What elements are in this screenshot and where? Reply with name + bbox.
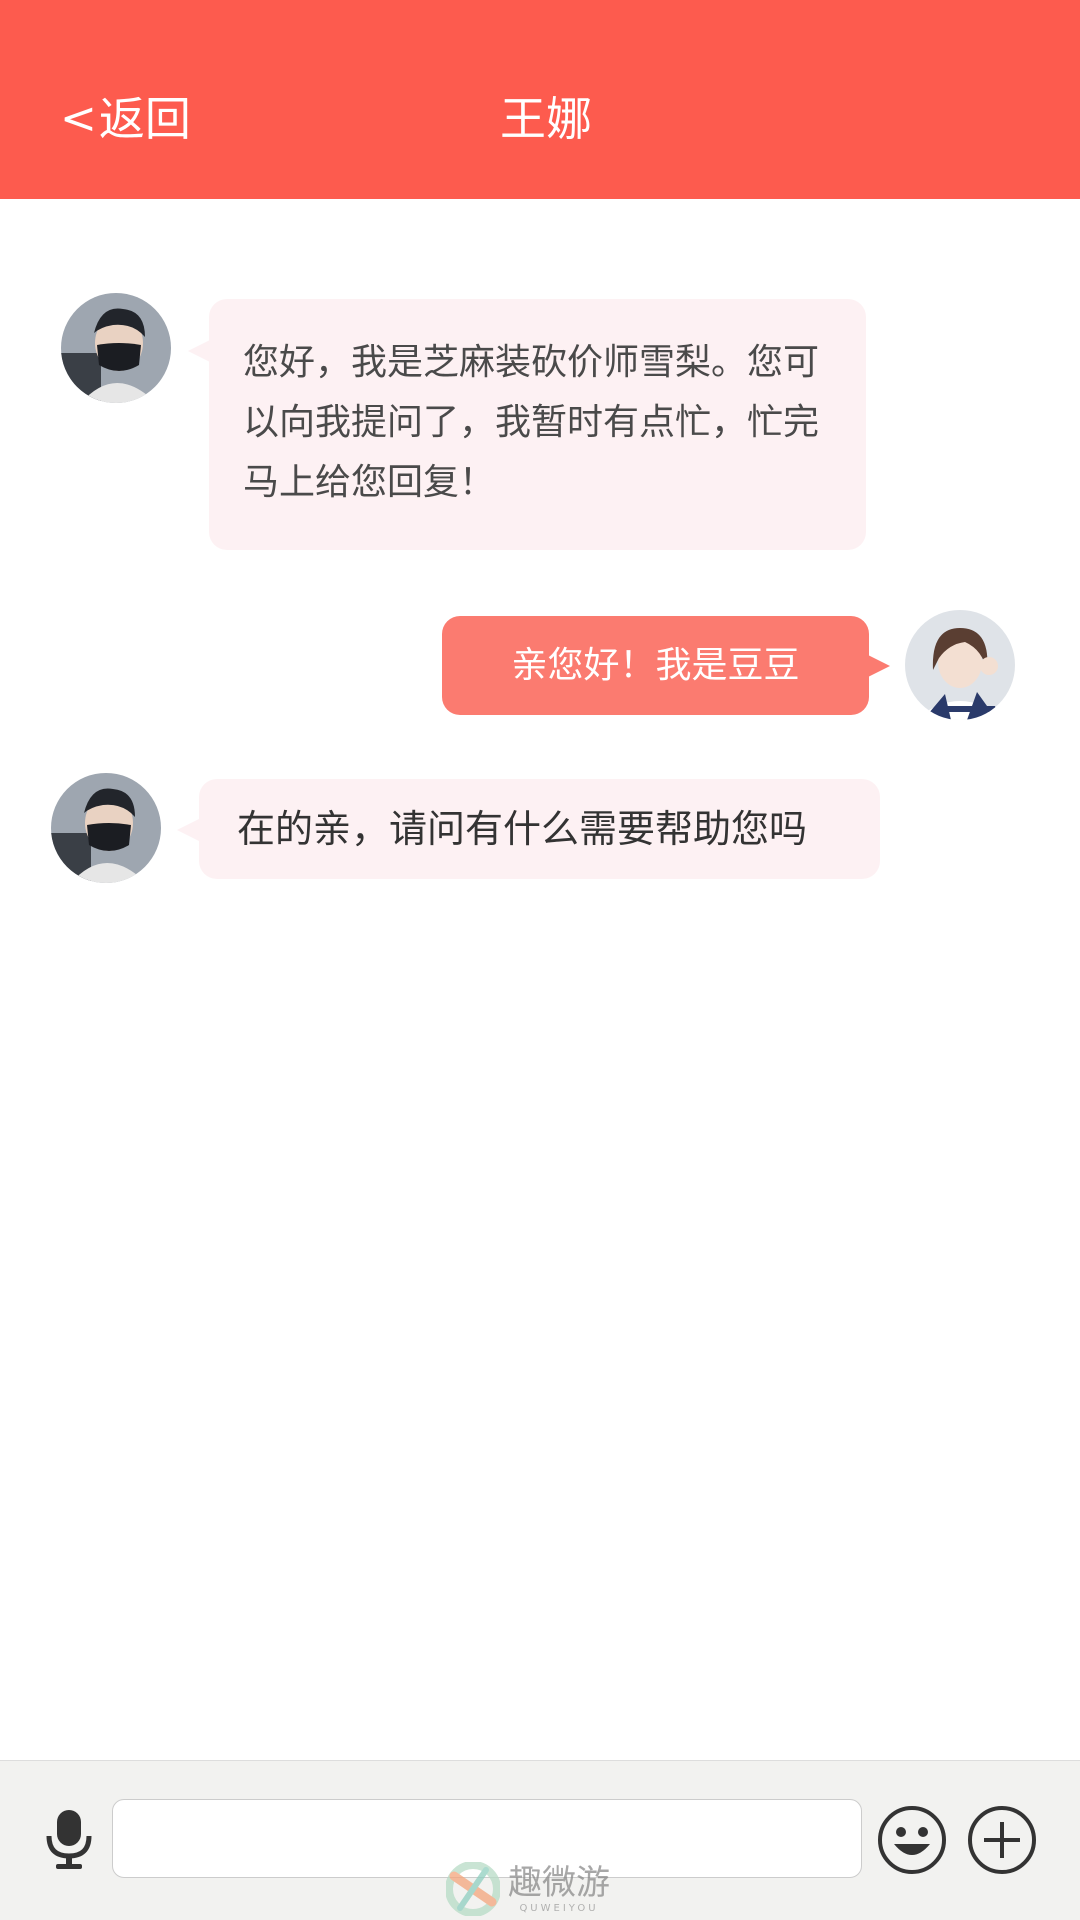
bubble-tail <box>188 340 210 362</box>
message-bubble-outgoing[interactable]: 亲您好！我是豆豆 <box>442 616 869 715</box>
message-bubble-incoming[interactable]: 您好，我是芝麻装砍价师雪梨。您可以向我提问了，我暂时有点忙，忙完马上给您回复！ <box>209 299 866 550</box>
agent-avatar[interactable] <box>51 773 161 883</box>
plus-icon[interactable] <box>966 1804 1038 1876</box>
watermark: 趣微游 QUWEIYOU <box>446 1860 646 1918</box>
microphone-icon[interactable] <box>44 1808 94 1870</box>
message-text: 在的亲，请问有什么需要帮助您吗 <box>237 807 808 851</box>
bubble-tail <box>868 655 890 677</box>
top-nav-bar: < 返回 王娜 <box>0 0 1080 199</box>
page-title: 王娜 <box>500 92 592 146</box>
watermark-text: 趣微游 <box>508 1863 610 1903</box>
message-text: 亲您好！我是豆豆 <box>511 644 800 686</box>
agent-avatar[interactable] <box>61 293 171 403</box>
watermark-subtext: QUWEIYOU <box>519 1903 599 1914</box>
message-text: 您好，我是芝麻装砍价师雪梨。您可以向我提问了，我暂时有点忙，忙完马上给您回复！ <box>243 342 820 503</box>
watermark-logo-icon <box>446 1862 500 1916</box>
emoji-icon[interactable] <box>876 1804 948 1876</box>
bubble-tail <box>177 819 199 841</box>
message-bubble-incoming[interactable]: 在的亲，请问有什么需要帮助您吗 <box>199 779 880 879</box>
my-avatar[interactable] <box>905 610 1015 720</box>
